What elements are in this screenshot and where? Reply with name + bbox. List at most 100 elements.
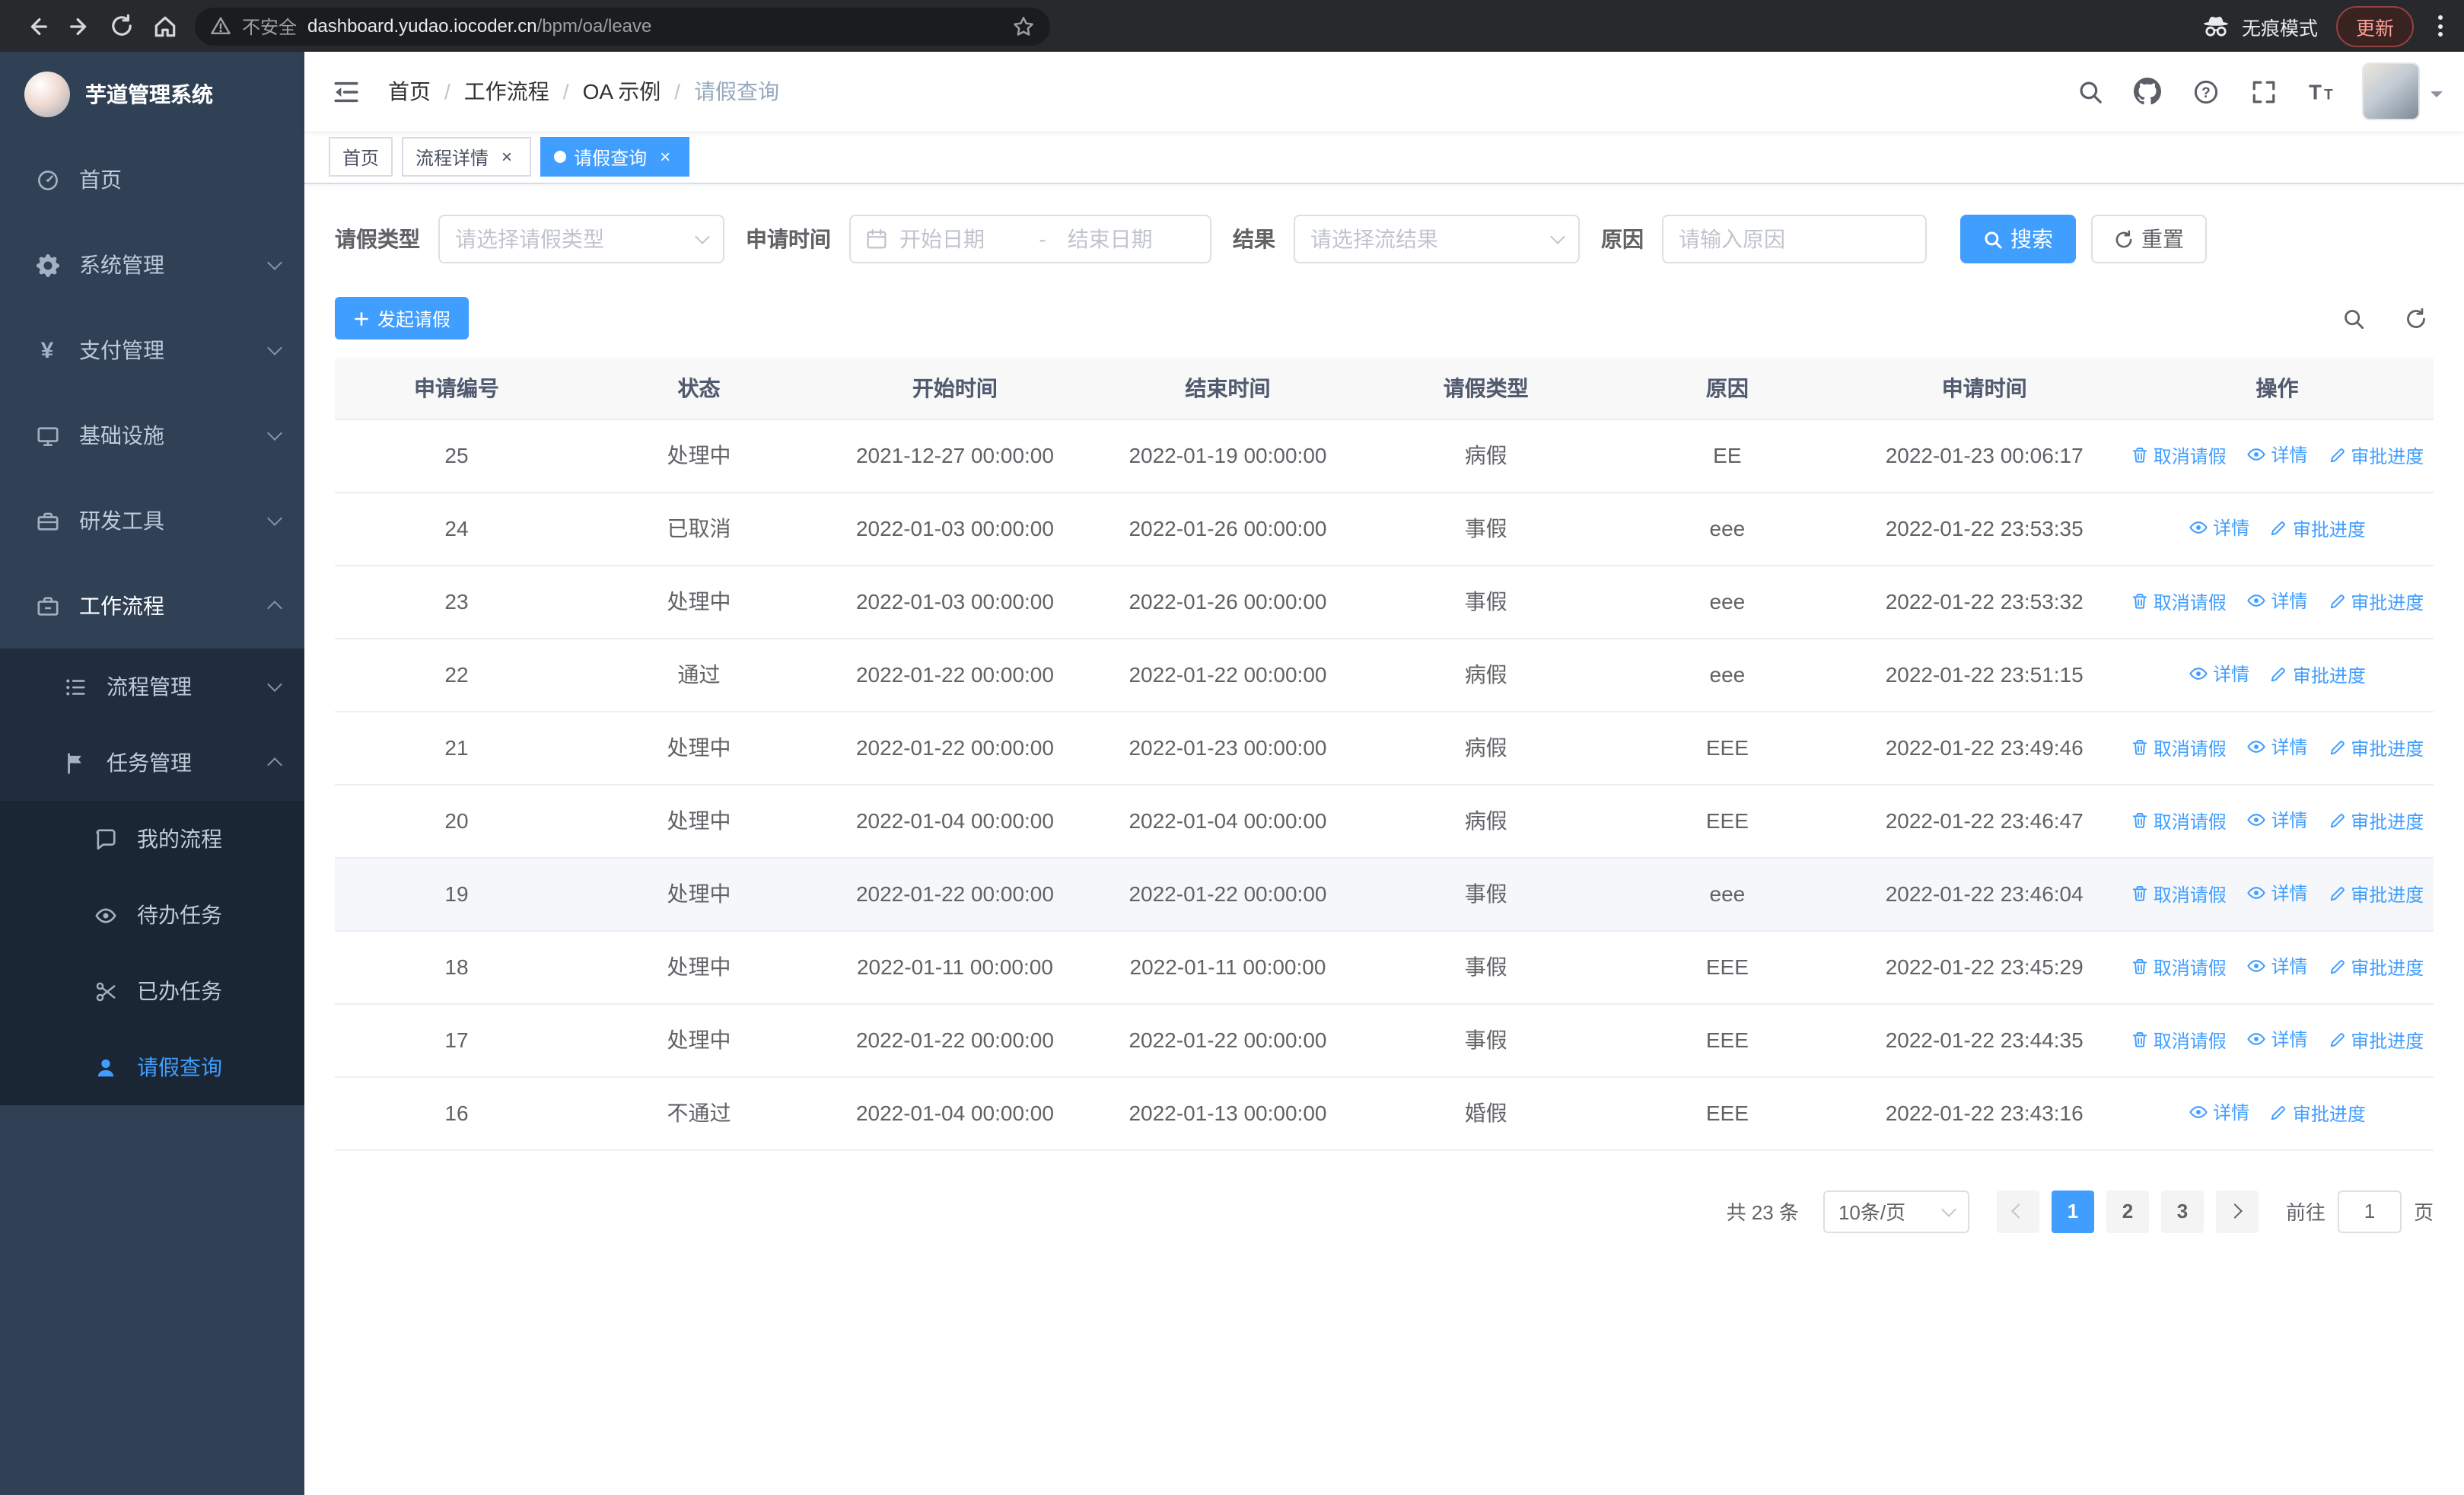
goto-page-input[interactable] [2337, 1190, 2402, 1232]
sidebar-item-leave-query[interactable]: 请假查询 [0, 1029, 304, 1105]
prev-page-button[interactable] [1996, 1190, 2039, 1232]
sidebar-item-task-management[interactable]: 任务管理 [0, 725, 304, 801]
sidebar-item-devtools[interactable]: 研发工具 [0, 478, 304, 563]
sidebar-item-payment[interactable]: ¥ 支付管理 [0, 308, 304, 393]
progress-link[interactable]: 审批进度 [2270, 661, 2366, 687]
security-label[interactable]: 不安全 [242, 13, 297, 39]
page-size-select[interactable]: 10条/页 [1823, 1190, 1969, 1232]
table-row[interactable]: 18 处理中 2022-01-11 00:00:00 2022-01-11 00… [335, 930, 2434, 1004]
cell-start-time: 2022-01-22 00:00:00 [820, 1003, 1090, 1077]
cell-actions: 取消请假 详情 审批进度 [2120, 930, 2434, 1004]
sidebar-item-my-process[interactable]: 我的流程 [0, 801, 304, 877]
detail-link[interactable]: 详情 [2246, 807, 2308, 833]
breadcrumb-item[interactable]: OA 示例 [583, 76, 661, 107]
create-leave-button[interactable]: 发起请假 [335, 297, 470, 339]
eye-icon [2246, 591, 2266, 610]
cancel-leave-link[interactable]: 取消请假 [2131, 442, 2227, 468]
cancel-leave-link[interactable]: 取消请假 [2131, 1027, 2227, 1053]
leave-type-select[interactable]: 请选择请假类型 [438, 215, 724, 263]
sidebar-item-todo-tasks[interactable]: 待办任务 [0, 877, 304, 953]
back-button[interactable] [15, 5, 58, 47]
table-row[interactable]: 16 不通过 2022-01-04 00:00:00 2022-01-13 00… [335, 1076, 2434, 1150]
close-icon[interactable]: × [654, 146, 676, 167]
progress-link[interactable]: 审批进度 [2270, 515, 2366, 541]
progress-link[interactable]: 审批进度 [2328, 1027, 2424, 1053]
breadcrumb-item[interactable]: 工作流程 [464, 76, 549, 107]
cell-leave-type: 事假 [1365, 930, 1607, 1004]
help-icon[interactable]: ? [2179, 53, 2231, 129]
page-button-2[interactable]: 2 [2106, 1190, 2149, 1232]
apply-time-range-picker[interactable]: 开始日期 - 结束日期 [849, 215, 1211, 263]
detail-link[interactable]: 详情 [2246, 880, 2308, 906]
table-row[interactable]: 21 处理中 2022-01-22 00:00:00 2022-01-23 00… [335, 711, 2434, 785]
tab-leave-query[interactable]: 请假查询 × [540, 137, 690, 177]
close-icon[interactable]: × [496, 146, 517, 167]
refresh-icon[interactable] [2405, 307, 2427, 330]
sidebar-item-infra[interactable]: 基础设施 [0, 393, 304, 478]
detail-link[interactable]: 详情 [2189, 1099, 2249, 1125]
font-size-icon[interactable]: TT [2295, 53, 2347, 129]
detail-link[interactable]: 详情 [2189, 661, 2249, 687]
edit-pen-icon [2328, 958, 2346, 976]
table-row[interactable]: 23 处理中 2022-01-03 00:00:00 2022-01-26 00… [335, 565, 2434, 639]
page-button-1[interactable]: 1 [2051, 1190, 2094, 1232]
toggle-search-icon[interactable] [2342, 307, 2365, 330]
tab-process-detail[interactable]: 流程详情 × [402, 137, 532, 177]
progress-link[interactable]: 审批进度 [2328, 808, 2424, 834]
table-row[interactable]: 25 处理中 2021-12-27 00:00:00 2022-01-19 00… [335, 419, 2434, 492]
tab-home[interactable]: 首页 [329, 137, 393, 177]
cell-reason: EEE [1606, 784, 1848, 858]
reset-button[interactable]: 重置 [2091, 215, 2207, 263]
page-button-3[interactable]: 3 [2160, 1190, 2204, 1232]
sidebar-item-process-management[interactable]: 流程管理 [0, 649, 304, 725]
progress-link[interactable]: 审批进度 [2328, 954, 2424, 980]
progress-link[interactable]: 审批进度 [2328, 735, 2424, 760]
progress-link[interactable]: 审批进度 [2270, 1100, 2366, 1126]
search-button[interactable]: 搜索 [1960, 215, 2076, 263]
progress-link[interactable]: 审批进度 [2328, 881, 2424, 907]
detail-link[interactable]: 详情 [2246, 1026, 2308, 1052]
table-row[interactable]: 19 处理中 2022-01-22 00:00:00 2022-01-22 00… [335, 857, 2434, 931]
forward-button[interactable] [58, 5, 100, 47]
progress-link[interactable]: 审批进度 [2328, 588, 2424, 614]
warning-icon[interactable] [210, 15, 231, 37]
cancel-leave-link[interactable]: 取消请假 [2131, 881, 2227, 907]
detail-link[interactable]: 详情 [2246, 734, 2308, 760]
reload-button[interactable] [100, 5, 143, 47]
user-avatar[interactable] [2362, 62, 2443, 120]
eye-icon [2189, 1102, 2208, 1122]
next-page-button[interactable] [2215, 1190, 2259, 1232]
fullscreen-icon[interactable] [2237, 53, 2289, 129]
detail-link[interactable]: 详情 [2246, 953, 2308, 979]
detail-link[interactable]: 详情 [2189, 515, 2249, 540]
bookmark-star-icon[interactable] [1012, 14, 1035, 37]
sidebar-item-workflow[interactable]: 工作流程 [0, 563, 304, 649]
breadcrumb-item[interactable]: 首页 [388, 76, 431, 107]
trash-icon [2131, 811, 2149, 830]
cancel-leave-link[interactable]: 取消请假 [2131, 588, 2227, 614]
table-row[interactable]: 20 处理中 2022-01-04 00:00:00 2022-01-04 00… [335, 784, 2434, 858]
cancel-leave-link[interactable]: 取消请假 [2131, 735, 2227, 760]
update-button[interactable]: 更新 [2335, 5, 2414, 46]
github-icon[interactable] [2122, 53, 2173, 129]
detail-link[interactable]: 详情 [2246, 441, 2308, 467]
sidebar-item-home[interactable]: 首页 [0, 137, 304, 222]
collapse-sidebar-icon[interactable] [326, 77, 367, 106]
table-row[interactable]: 22 通过 2022-01-22 00:00:00 2022-01-22 00:… [335, 638, 2434, 712]
reason-input[interactable] [1662, 215, 1927, 263]
sidebar-item-system[interactable]: 系统管理 [0, 222, 304, 308]
app-logo[interactable]: 芋道管理系统 [0, 52, 304, 137]
cancel-leave-link[interactable]: 取消请假 [2131, 954, 2227, 980]
browser-menu-icon[interactable] [2432, 15, 2449, 37]
search-icon[interactable] [2064, 53, 2115, 129]
cancel-leave-link[interactable]: 取消请假 [2131, 808, 2227, 834]
cell-leave-type: 病假 [1365, 419, 1607, 492]
progress-link[interactable]: 审批进度 [2328, 442, 2424, 468]
table-row[interactable]: 17 处理中 2022-01-22 00:00:00 2022-01-22 00… [335, 1003, 2434, 1077]
sidebar-item-done-tasks[interactable]: 已办任务 [0, 953, 304, 1029]
home-button[interactable] [143, 5, 186, 47]
detail-link[interactable]: 详情 [2246, 588, 2308, 614]
table-row[interactable]: 24 已取消 2022-01-03 00:00:00 2022-01-26 00… [335, 492, 2434, 566]
result-select[interactable]: 请选择流结果 [1294, 215, 1580, 263]
address-bar[interactable]: 不安全 dashboard.yudao.iocoder.cn/bpm/oa/le… [195, 7, 1050, 45]
